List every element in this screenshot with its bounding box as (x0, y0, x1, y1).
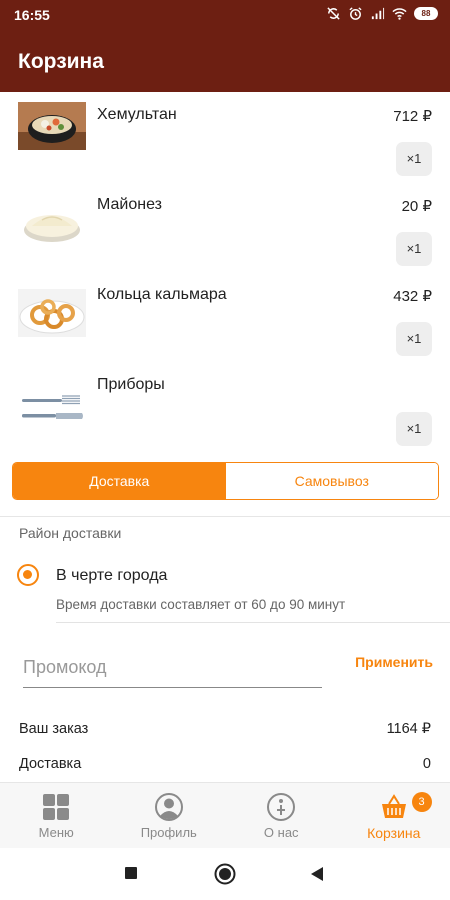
squid-rings-photo (18, 289, 86, 337)
app-bar: Корзина (0, 30, 450, 92)
pickup-tab[interactable]: Самовывоз (225, 463, 438, 499)
divider (56, 622, 450, 623)
promo-code-input[interactable]: Промокод (23, 656, 322, 688)
nav-item-menu[interactable]: Меню (0, 783, 113, 848)
back-icon[interactable] (310, 866, 324, 882)
cart-item[interactable]: Хемультан 712 ₽ ×1 (0, 92, 450, 182)
alarm-icon (349, 7, 362, 20)
system-navigation-bar (0, 848, 450, 900)
delivery-tab[interactable]: Доставка (13, 463, 226, 499)
order-total-value: 1164 ₽ (386, 721, 431, 737)
recent-apps-icon[interactable] (124, 866, 138, 880)
quantity-button[interactable]: ×1 (396, 232, 432, 266)
nav-label: Меню (38, 825, 74, 840)
mayonnaise-photo (18, 198, 86, 246)
signal-icon (371, 7, 385, 20)
nav-label: Профиль (140, 825, 197, 840)
nav-label: Корзина (367, 825, 421, 841)
divider (0, 516, 450, 517)
nav-item-profile[interactable]: Профиль (113, 783, 226, 848)
grid-icon (43, 794, 70, 820)
delivery-time-description: Время доставки составляет от 60 до 90 ми… (56, 597, 346, 612)
cart-count-badge: 3 (411, 792, 432, 812)
cart-item[interactable]: Майонез 20 ₽ ×1 (0, 182, 450, 272)
item-name: Кольца кальмара (97, 286, 227, 303)
wifi-icon (392, 8, 407, 20)
status-bar: 16:55 88 (0, 0, 450, 30)
cutlery-photo (18, 384, 86, 432)
status-time: 16:55 (14, 7, 50, 23)
delivery-area-label: Район доставки (19, 525, 122, 541)
hemultan-dish-photo (18, 102, 86, 150)
profile-icon (154, 793, 183, 821)
cart-content[interactable]: Хемультан 712 ₽ ×1 Майонез 20 ₽ ×1 Кольц… (0, 92, 450, 782)
quantity-button[interactable]: ×1 (396, 142, 432, 176)
nav-label: О нас (263, 825, 299, 840)
bottom-navigation: Меню Профиль О нас 3 Корзина (0, 782, 450, 848)
delivery-cost-value: 0 (422, 756, 431, 772)
sync-off-icon (327, 7, 340, 20)
status-icons: 88 (326, 6, 438, 21)
cart-item[interactable]: Кольца кальмара 432 ₽ ×1 (0, 272, 450, 362)
radio-dot (23, 570, 32, 579)
battery-icon: 88 (414, 7, 438, 20)
item-name: Майонез (97, 196, 162, 213)
info-icon (267, 793, 296, 821)
quantity-button[interactable]: ×1 (396, 412, 432, 446)
home-icon[interactable] (214, 863, 236, 885)
radio-button-selected[interactable] (17, 564, 39, 586)
item-price: 20 ₽ (401, 198, 432, 215)
quantity-button[interactable]: ×1 (396, 322, 432, 356)
delivery-mode-toggle[interactable]: Доставка Самовывоз (12, 462, 439, 500)
basket-icon (381, 794, 406, 818)
item-price: 432 ₽ (393, 288, 432, 305)
order-total-label: Ваш заказ (19, 721, 89, 737)
cart-item[interactable]: Приборы ×1 (0, 362, 450, 452)
item-price: 712 ₽ (393, 108, 432, 125)
nav-item-cart[interactable]: 3 Корзина (338, 783, 450, 848)
nav-item-about[interactable]: О нас (225, 783, 338, 848)
delivery-cost-label: Доставка (19, 756, 82, 772)
item-name: Хемультан (97, 106, 177, 123)
page-title: Корзина (18, 50, 104, 73)
delivery-area-option[interactable]: В черте города (56, 567, 167, 585)
apply-promo-button[interactable]: Применить (355, 654, 433, 670)
item-name: Приборы (97, 376, 165, 393)
